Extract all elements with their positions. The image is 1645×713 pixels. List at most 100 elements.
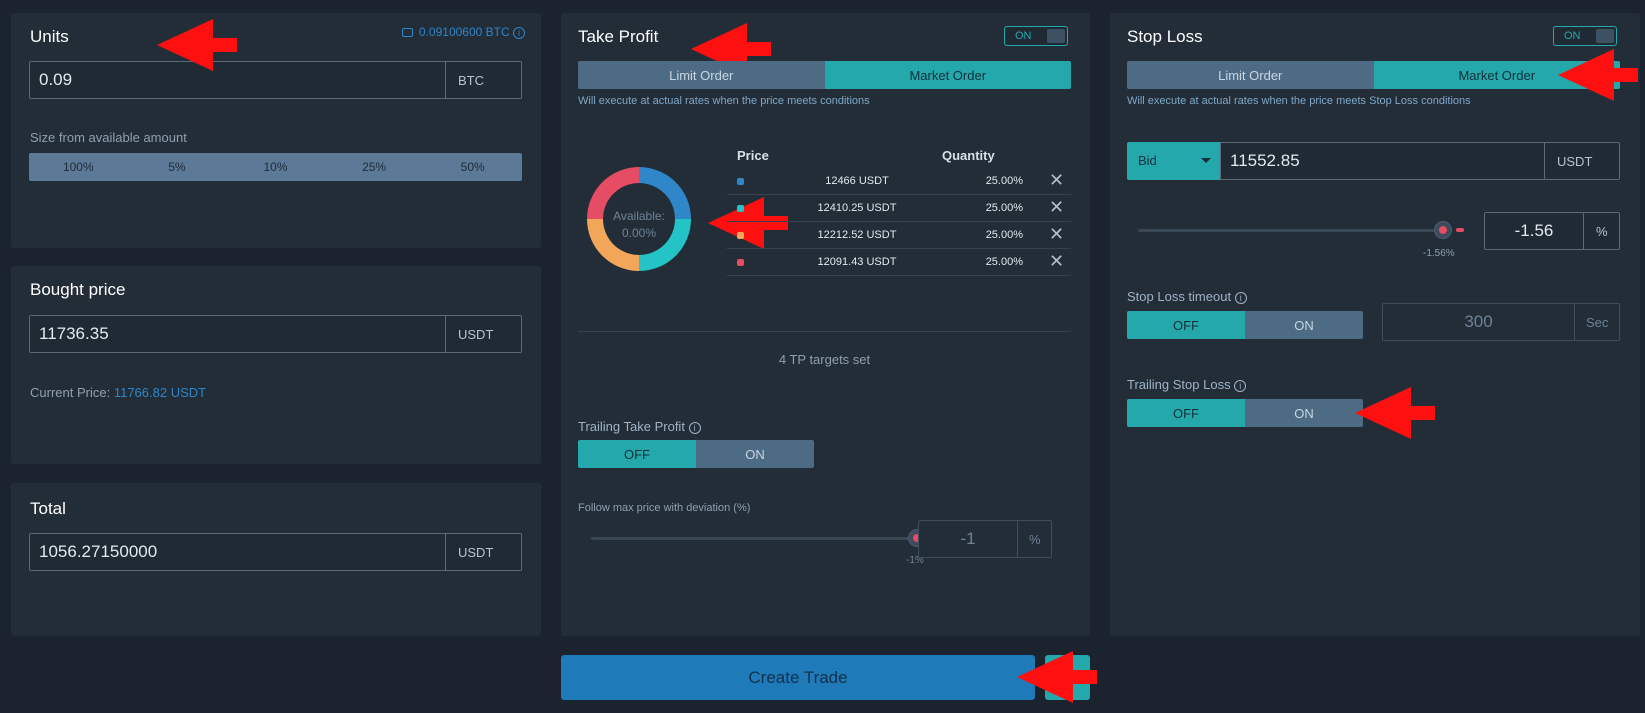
sl-price-input[interactable]: 11552.85 USDT	[1220, 142, 1620, 180]
tp-row-qty: 25.00%	[985, 229, 1023, 241]
trailing-tp-on-button[interactable]: ON	[696, 440, 814, 468]
percent-100-button[interactable]: 100%	[29, 153, 128, 181]
tp-targets-table: 12466 USDT 25.00% ✕ 12410.25 USDT 25.00%…	[727, 169, 1071, 277]
sl-limit-order-tab[interactable]: Limit Order	[1127, 61, 1374, 89]
total-unit: USDT	[445, 534, 521, 570]
sl-price-unit: USDT	[1544, 143, 1619, 179]
deviation-input[interactable]: -1 %	[918, 520, 1052, 558]
take-profit-panel: Take Profit ON Limit Order Market Order …	[561, 13, 1090, 636]
bid-dropdown[interactable]: Bid	[1127, 142, 1220, 180]
take-profit-order-type: Limit Order Market Order	[578, 61, 1071, 89]
trailing-tp-off-button[interactable]: OFF	[578, 440, 696, 468]
percent-10-button[interactable]: 10%	[226, 153, 325, 181]
tp-row-price: 12466 USDT	[825, 175, 889, 187]
remove-icon[interactable]: ✕	[1049, 197, 1064, 218]
stop-loss-title: Stop Loss	[1127, 27, 1203, 46]
sl-percent-value: -1.56	[1514, 221, 1554, 240]
trailing-sl-text: Trailing Stop Loss	[1127, 377, 1231, 392]
bought-price-value: 11736.35	[39, 324, 109, 343]
series-dot	[737, 259, 744, 266]
trailing-sl-switch: OFF ON	[1127, 399, 1363, 427]
bought-price-input[interactable]: 11736.35 USDT	[29, 315, 522, 353]
info-icon[interactable]: i	[1234, 379, 1247, 392]
trailing-sl-off-button[interactable]: OFF	[1127, 399, 1245, 427]
sl-timeout-switch: OFF ON	[1127, 311, 1363, 339]
sl-timeout-value: 300	[1464, 312, 1493, 331]
tp-market-order-tab[interactable]: Market Order	[824, 61, 1071, 89]
units-panel: Units 0.09100600 BTC i 0.09 BTC Size fro…	[11, 13, 541, 248]
info-icon[interactable]: i	[688, 421, 701, 434]
units-value: 0.09	[39, 70, 73, 89]
sl-note: Will execute at actual rates when the pr…	[1127, 95, 1471, 107]
info-icon[interactable]: i	[513, 26, 525, 39]
table-row: 12212.52 USDT 25.00% ✕	[727, 223, 1071, 249]
size-label: Size from available amount	[30, 130, 187, 145]
total-input[interactable]: 1056.27150000 USDT	[29, 533, 522, 571]
sl-slider-end	[1456, 228, 1464, 232]
stop-loss-panel: Stop Loss ON Limit Order Market Order Wi…	[1110, 13, 1640, 636]
chevron-down-icon	[1201, 158, 1211, 163]
percent-50-button[interactable]: 50%	[423, 153, 522, 181]
remove-icon[interactable]: ✕	[1049, 170, 1064, 191]
table-row: 12091.43 USDT 25.00% ✕	[727, 250, 1071, 276]
bid-label: Bid	[1138, 153, 1157, 168]
sl-timeout-text: Stop Loss timeout	[1127, 289, 1232, 304]
current-price-value[interactable]: 11766.82 USDT	[114, 385, 206, 400]
sl-slider-track[interactable]	[1138, 229, 1450, 232]
info-icon[interactable]: i	[1234, 291, 1247, 304]
create-trade-button[interactable]: Create Trade	[561, 655, 1035, 700]
tp-limit-order-tab[interactable]: Limit Order	[578, 61, 825, 89]
tp-row-price: 12091.43 USDT	[817, 256, 897, 268]
tp-note: Will execute at actual rates when the pr…	[578, 95, 870, 107]
bought-price-title: Bought price	[30, 280, 126, 299]
deviation-unit: %	[1017, 521, 1051, 557]
total-title: Total	[30, 499, 66, 518]
available-value: 0.00%	[621, 226, 657, 240]
stop-loss-toggle[interactable]: ON	[1553, 26, 1617, 46]
tp-row-qty: 25.00%	[985, 256, 1023, 268]
bought-price-unit: USDT	[445, 316, 521, 352]
remove-icon[interactable]: ✕	[1049, 224, 1064, 245]
stop-loss-order-type: Limit Order Market Order	[1127, 61, 1620, 89]
wallet-icon	[401, 28, 413, 38]
percent-5-button[interactable]: 5%	[128, 153, 227, 181]
sl-timeout-on-button[interactable]: ON	[1245, 311, 1363, 339]
units-input[interactable]: 0.09 BTC	[29, 61, 522, 99]
units-unit: BTC	[445, 62, 521, 98]
series-dot	[737, 178, 744, 185]
sl-timeout-off-button[interactable]: OFF	[1127, 311, 1245, 339]
total-value: 1056.27150000	[39, 542, 158, 561]
tp-price-header: Price	[737, 148, 769, 163]
toggle-knob	[1596, 29, 1614, 43]
deviation-slider-track[interactable]	[591, 537, 913, 540]
total-panel: Total 1056.27150000 USDT	[11, 483, 541, 636]
toggle-knob	[1047, 29, 1065, 43]
balance[interactable]: 0.09100600 BTC i	[401, 25, 525, 39]
deviation-value: -1	[960, 529, 976, 548]
follow-label: Follow max price with deviation (%)	[578, 502, 751, 514]
take-profit-toggle[interactable]: ON	[1004, 26, 1068, 46]
percent-25-button[interactable]: 25%	[325, 153, 424, 181]
sl-percent-input[interactable]: -1.56 %	[1484, 212, 1620, 250]
table-row: 12410.25 USDT 25.00% ✕	[727, 196, 1071, 222]
sl-timeout-input[interactable]: 300 Sec	[1382, 303, 1620, 341]
tp-row-qty: 25.00%	[985, 202, 1023, 214]
sl-timeout-label: Stop Loss timeout i	[1127, 289, 1247, 304]
series-dot	[737, 232, 744, 239]
table-row: 12466 USDT 25.00% ✕	[727, 169, 1071, 195]
remove-icon[interactable]: ✕	[1049, 251, 1064, 272]
sl-percent-unit: %	[1583, 213, 1619, 249]
units-title: Units	[30, 27, 69, 46]
trailing-sl-on-button[interactable]: ON	[1245, 399, 1363, 427]
tp-targets-set: 4 TP targets set	[778, 352, 871, 367]
sl-timeout-unit: Sec	[1574, 304, 1619, 340]
trailing-sl-label: Trailing Stop Loss i	[1127, 377, 1247, 392]
available-label: Available:	[613, 209, 665, 223]
tp-row-price: 12212.52 USDT	[817, 229, 897, 241]
bought-price-panel: Bought price 11736.35 USDT Current Price…	[11, 266, 541, 464]
tp-row-qty: 25.00%	[985, 175, 1023, 187]
sl-price-value: 11552.85	[1230, 151, 1300, 170]
tp-row-price: 12410.25 USDT	[817, 202, 897, 214]
sl-slider-handle[interactable]	[1434, 221, 1452, 239]
stop-loss-toggle-label: ON	[1564, 30, 1581, 42]
